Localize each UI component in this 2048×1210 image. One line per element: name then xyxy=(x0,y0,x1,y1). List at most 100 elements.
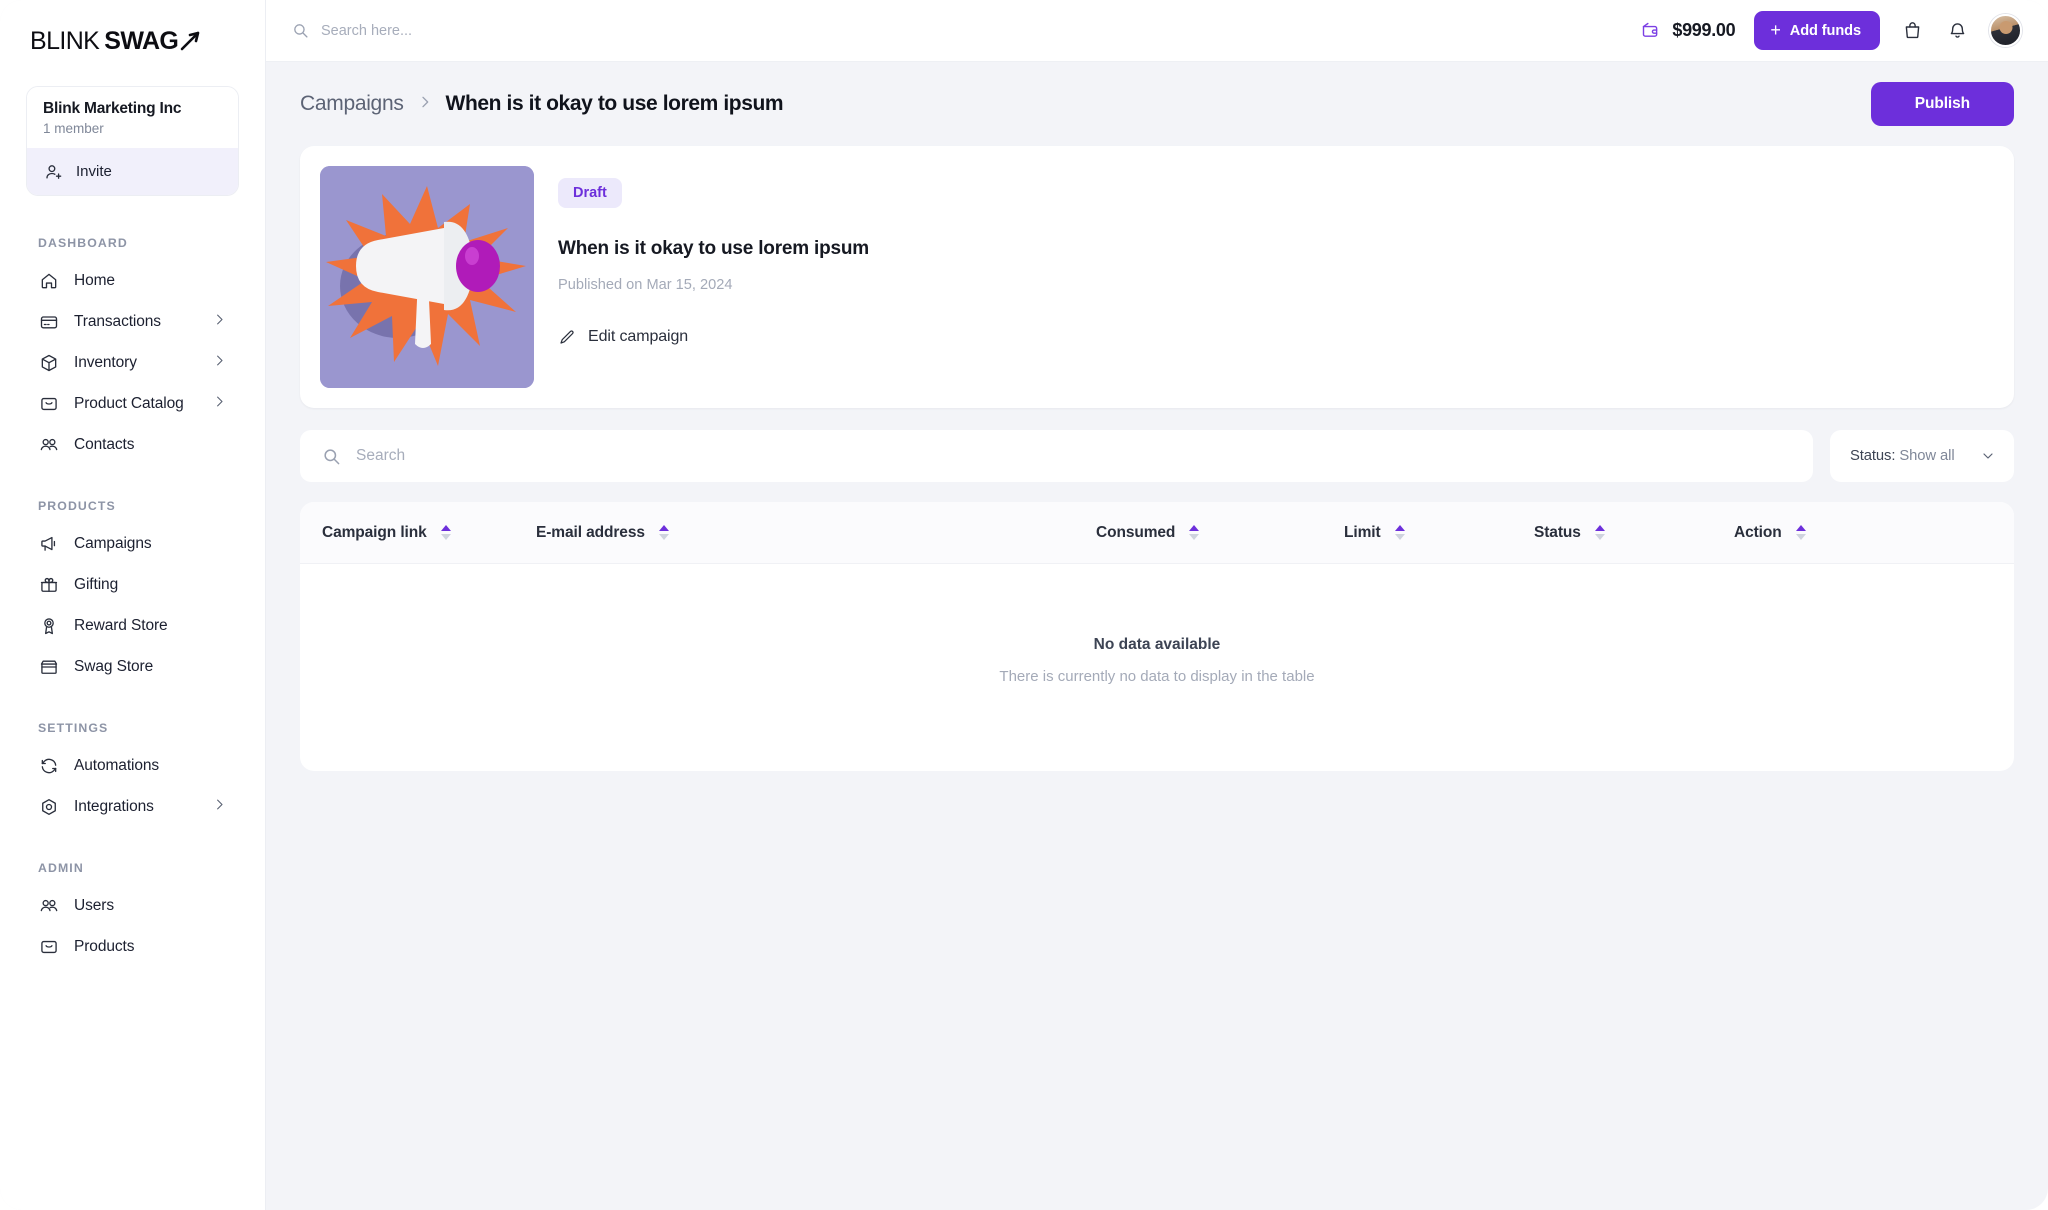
sidebar-item-swag-store[interactable]: Swag Store xyxy=(26,646,239,687)
search-icon xyxy=(324,448,340,464)
search-input[interactable] xyxy=(321,22,621,39)
sidebar-item-inventory[interactable]: Inventory xyxy=(26,342,239,383)
sidebar-label-integrations: Integrations xyxy=(74,797,154,815)
gift-icon xyxy=(38,574,59,595)
global-search[interactable] xyxy=(292,22,1640,39)
org-name: Blink Marketing Inc xyxy=(43,100,182,117)
sidebar-item-users[interactable]: Users xyxy=(26,885,239,926)
sidebar-item-contacts[interactable]: Contacts xyxy=(26,424,239,465)
status-badge: Draft xyxy=(558,178,622,208)
column-campaign-link: Campaign link xyxy=(322,524,536,542)
refresh-icon xyxy=(38,755,59,776)
megaphone-icon xyxy=(38,533,59,554)
campaign-details: Draft When is it okay to use lorem ipsum… xyxy=(558,166,1994,388)
data-table: Campaign link E-mail address Consumed Li… xyxy=(300,502,2014,771)
sidebar-item-reward-store[interactable]: Reward Store xyxy=(26,605,239,646)
catalog-icon xyxy=(38,936,59,957)
sort-toggle[interactable] xyxy=(1189,525,1200,540)
column-label: Status xyxy=(1534,523,1581,541)
sidebar-label-product-catalog: Product Catalog xyxy=(74,394,184,412)
home-icon xyxy=(38,270,59,291)
sort-toggle[interactable] xyxy=(1394,525,1405,540)
invite-button[interactable]: Invite xyxy=(27,148,238,195)
wallet-balance[interactable]: $999.00 xyxy=(1640,20,1736,41)
sidebar-item-gifting[interactable]: Gifting xyxy=(26,564,239,605)
org-card: Blink Marketing Inc 1 member Invite xyxy=(26,86,239,196)
status-filter-dropdown[interactable]: Status: Show all xyxy=(1830,430,2014,482)
sidebar-label-campaigns: Campaigns xyxy=(74,534,152,552)
catalog-icon xyxy=(38,393,59,414)
add-funds-button[interactable]: + Add funds xyxy=(1754,11,1880,50)
chevron-right-icon[interactable] xyxy=(212,394,227,414)
sort-toggle[interactable] xyxy=(1594,525,1605,540)
column-limit: Limit xyxy=(1344,524,1534,542)
app-logo[interactable]: BLINK SWAG xyxy=(0,12,265,58)
page-header: Campaigns When is it okay to use lorem i… xyxy=(300,62,2014,146)
nav-section-admin: ADMIN xyxy=(38,861,84,875)
sidebar-label-gifting: Gifting xyxy=(74,575,119,593)
sidebar-label-automations: Automations xyxy=(74,756,160,774)
chevron-down-icon xyxy=(1983,453,1993,459)
sidebar-label-swag-store: Swag Store xyxy=(74,657,154,675)
target-icon xyxy=(38,796,59,817)
campaign-title: When is it okay to use lorem ipsum xyxy=(558,238,869,259)
table-search-input[interactable] xyxy=(356,447,1791,465)
org-member-count: 1 member xyxy=(43,121,104,136)
sidebar-item-product-catalog[interactable]: Product Catalog xyxy=(26,383,239,424)
megaphone-burst-image xyxy=(320,166,534,388)
breadcrumb: Campaigns When is it okay to use lorem i… xyxy=(300,92,1871,116)
status-filter-value: Show all xyxy=(1899,448,1955,464)
credit-card-icon xyxy=(38,311,59,332)
contacts-icon xyxy=(38,434,59,455)
page-title: When is it okay to use lorem ipsum xyxy=(445,92,784,115)
avatar[interactable] xyxy=(1989,14,2022,47)
org-info: Blink Marketing Inc 1 member xyxy=(27,87,238,148)
breadcrumb-campaigns[interactable]: Campaigns xyxy=(300,92,404,116)
rocket-swoosh-icon xyxy=(180,31,200,51)
app-root: BLINK SWAG Blink Marketing Inc 1 member … xyxy=(0,0,2048,1210)
sidebar-label-inventory: Inventory xyxy=(74,353,137,371)
sidebar-item-home[interactable]: Home xyxy=(26,260,239,301)
page-content: Campaigns When is it okay to use lorem i… xyxy=(266,62,2048,1210)
add-funds-label: Add funds xyxy=(1789,22,1861,39)
publish-button[interactable]: Publish xyxy=(1870,82,2014,126)
column-email-address: E-mail address xyxy=(536,524,1096,542)
balance-amount: $999.00 xyxy=(1672,20,1736,40)
empty-state-title: No data available xyxy=(1093,636,1221,653)
topbar: $999.00 + Add funds xyxy=(266,0,2048,62)
sidebar-item-transactions[interactable]: Transactions xyxy=(26,301,239,342)
sort-toggle[interactable] xyxy=(440,525,451,540)
sidebar: BLINK SWAG Blink Marketing Inc 1 member … xyxy=(0,0,266,1210)
column-label: Consumed xyxy=(1096,523,1176,541)
column-action: Action xyxy=(1734,524,1806,542)
logo-text-swag: SWAG xyxy=(104,26,179,55)
sidebar-item-integrations[interactable]: Integrations xyxy=(26,786,239,827)
sidebar-item-products[interactable]: Products xyxy=(26,926,239,967)
status-filter-text: Status: Show all xyxy=(1850,448,1955,464)
notification-bell-icon[interactable] xyxy=(1944,18,1970,44)
sort-toggle[interactable] xyxy=(1795,525,1806,540)
edit-campaign-button[interactable]: Edit campaign xyxy=(558,328,688,346)
column-consumed: Consumed xyxy=(1096,524,1344,542)
pencil-icon xyxy=(560,330,574,344)
sidebar-item-automations[interactable]: Automations xyxy=(26,745,239,786)
plus-icon: + xyxy=(1770,20,1781,40)
sidebar-label-transactions: Transactions xyxy=(74,312,161,330)
sidebar-label-home: Home xyxy=(74,271,115,289)
nav-section-dashboard: DASHBOARD xyxy=(38,236,128,250)
sort-toggle[interactable] xyxy=(658,525,669,540)
chevron-right-icon[interactable] xyxy=(212,353,227,373)
sidebar-label-contacts: Contacts xyxy=(74,435,135,453)
sidebar-item-campaigns[interactable]: Campaigns xyxy=(26,523,239,564)
chevron-right-icon[interactable] xyxy=(212,797,227,817)
nav-section-settings: SETTINGS xyxy=(38,721,109,735)
status-filter-label: Status: xyxy=(1850,448,1900,464)
store-icon xyxy=(38,656,59,677)
logo-text-blink: BLINK xyxy=(30,26,100,55)
edit-campaign-label: Edit campaign xyxy=(588,328,689,345)
table-search[interactable] xyxy=(300,430,1813,482)
shopping-bag-icon[interactable] xyxy=(1899,18,1925,44)
contacts-icon xyxy=(38,895,59,916)
chevron-right-icon[interactable] xyxy=(212,312,227,332)
column-status: Status xyxy=(1534,524,1734,542)
